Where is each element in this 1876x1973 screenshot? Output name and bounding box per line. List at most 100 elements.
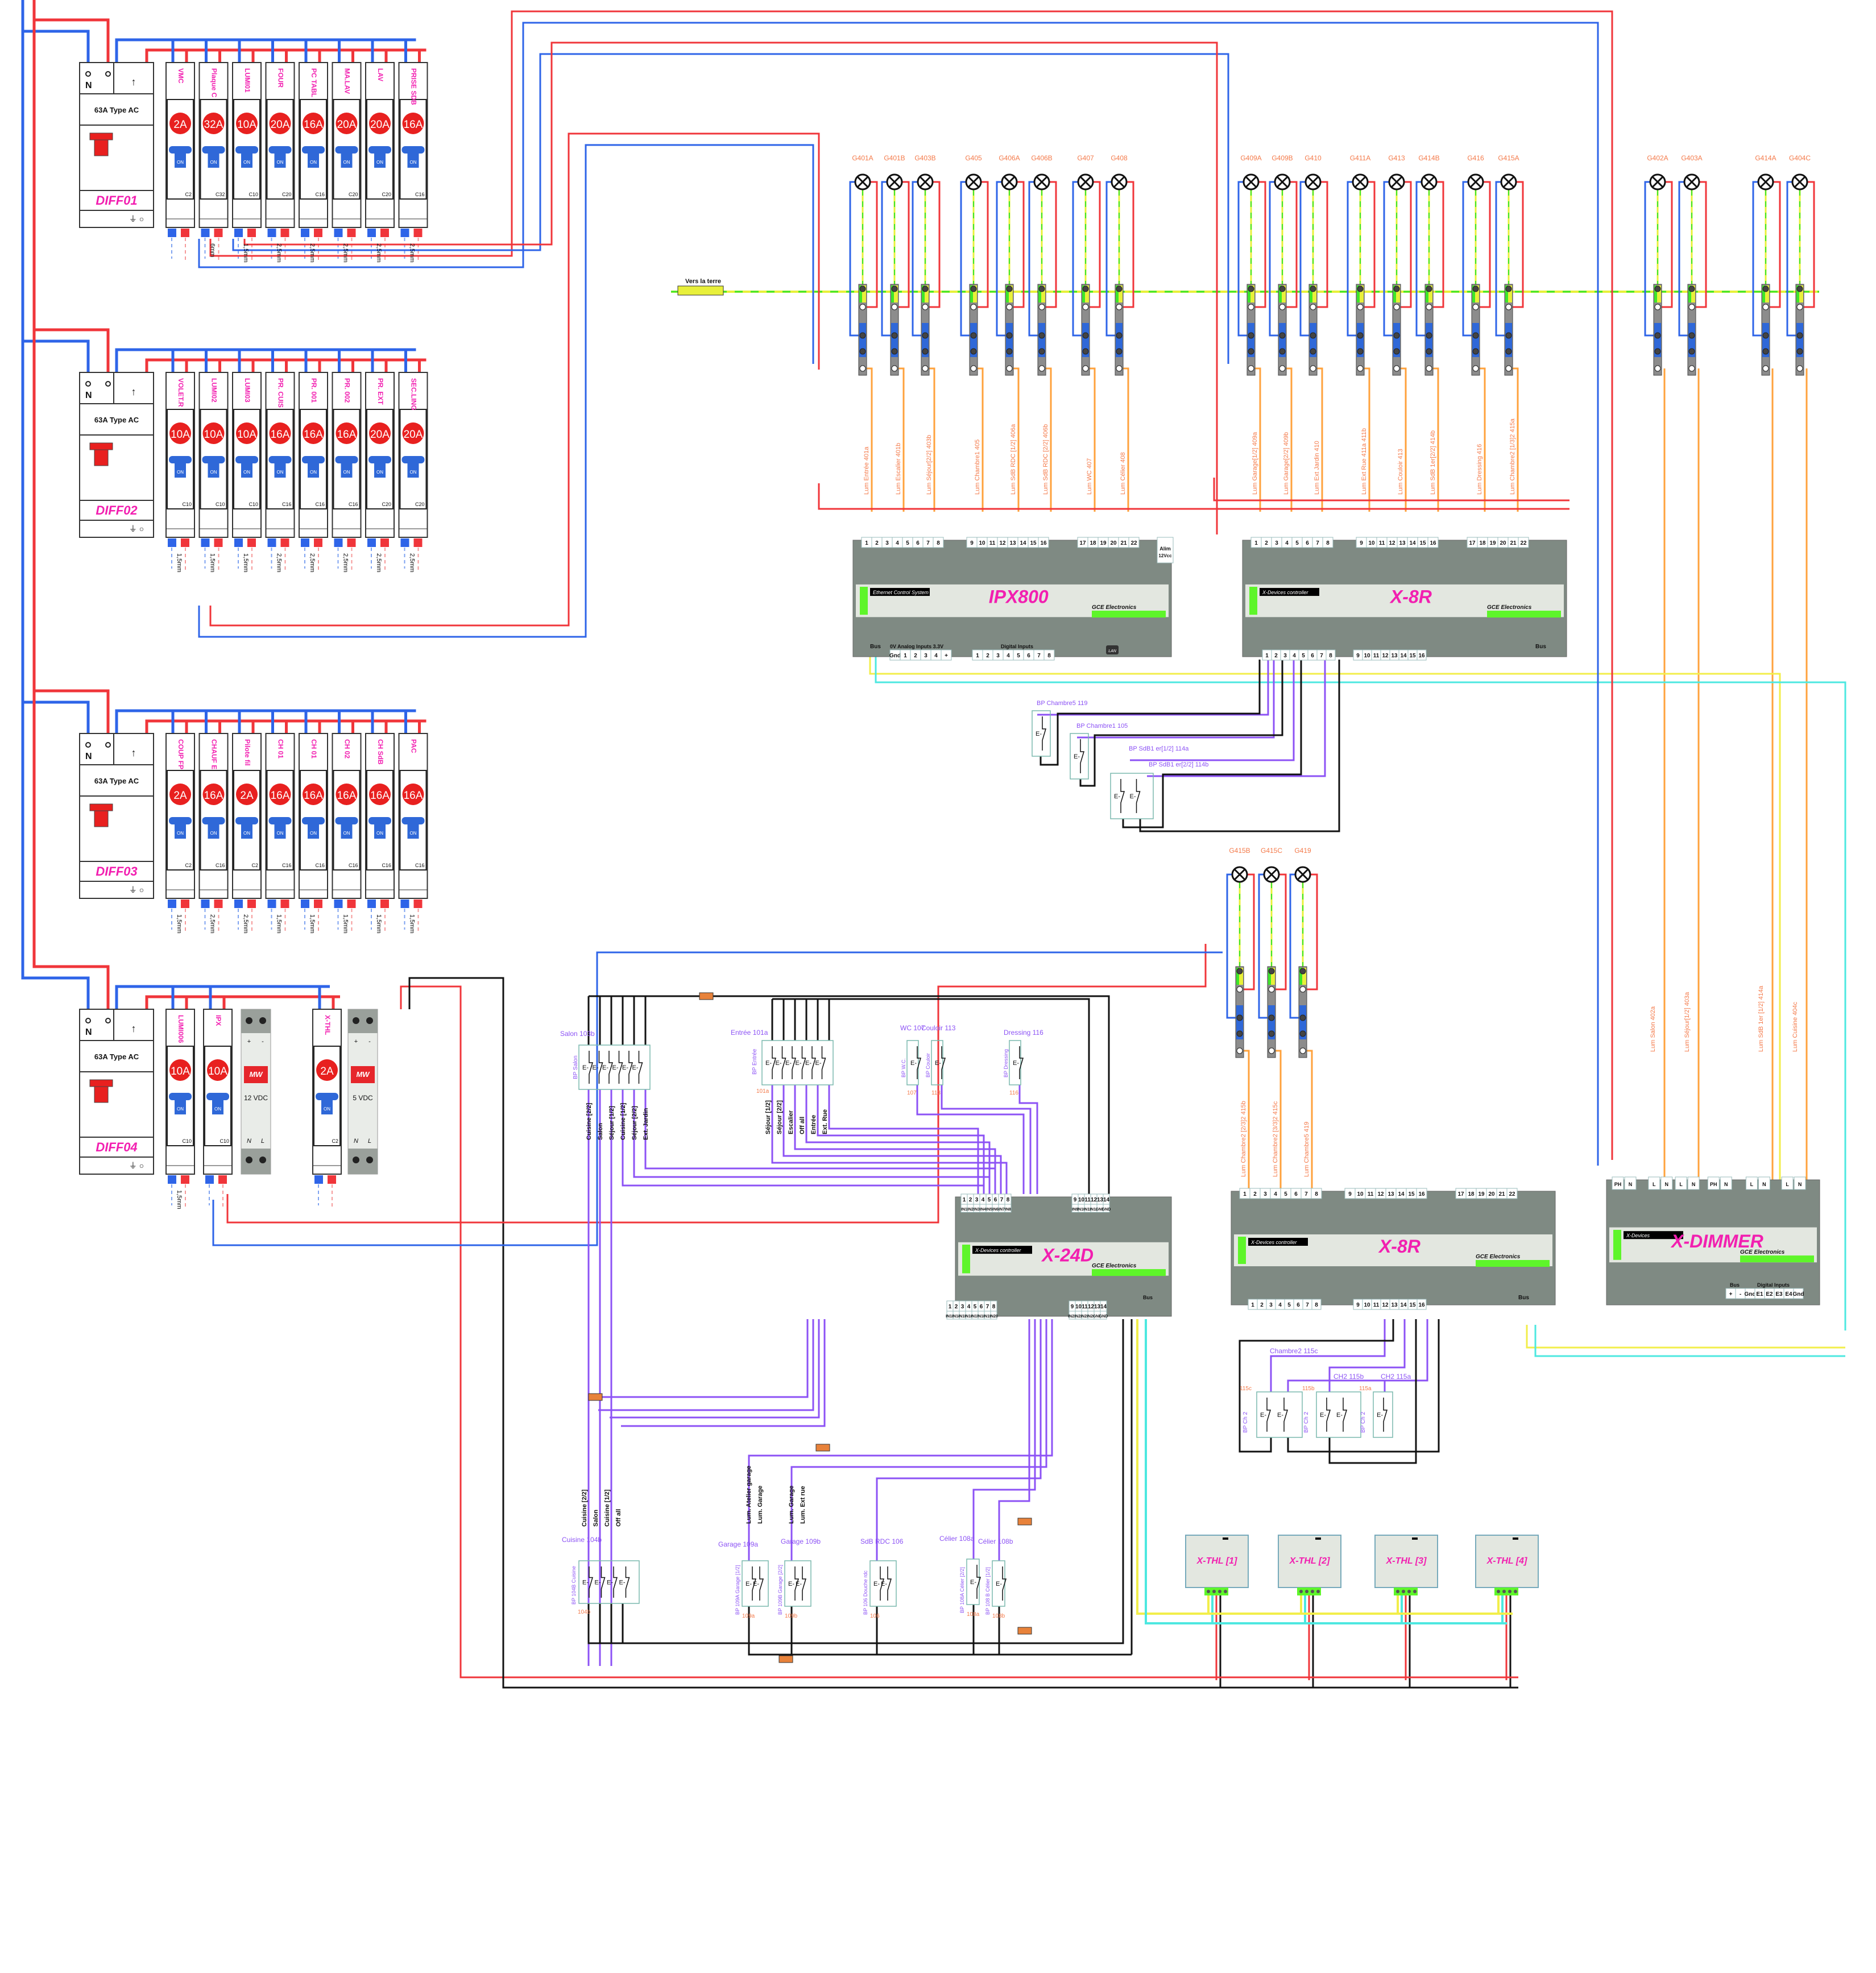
breaker-amps: 16A (370, 790, 390, 802)
screw-icon (259, 1157, 266, 1163)
switch-icon[interactable] (1326, 1398, 1331, 1432)
breaker: CH 01 16A ON C16 1,5mm (265, 733, 295, 934)
status-led (860, 587, 868, 615)
toggle-handle (302, 817, 325, 824)
screw-icon (1082, 304, 1089, 310)
lamp-label: G414A (1755, 154, 1776, 162)
switch-icon[interactable] (1283, 1398, 1289, 1432)
switch-icon[interactable] (589, 1566, 594, 1598)
terminal-label: 6 (916, 540, 920, 546)
gnd-wire (748, 1606, 1132, 1656)
lamp-group: G415B Lum Chambre2 [2/3]2 415b G415C Lum Ch… (1229, 847, 1311, 1177)
toggle-handle (268, 146, 292, 154)
terminal-l (105, 1018, 111, 1023)
on-state: ON (310, 160, 317, 165)
switch-icon[interactable] (976, 1565, 982, 1599)
screw-icon (1357, 365, 1364, 372)
switch-icon[interactable] (802, 1566, 807, 1601)
module-brand: GCE Electronics (1092, 1263, 1137, 1269)
pushbutton-box-label: BP Salon (573, 1055, 579, 1079)
psu-brand: MW (356, 1070, 370, 1079)
on-state: ON (310, 831, 317, 836)
terminal-n (85, 381, 91, 387)
switch-icon[interactable] (1019, 1046, 1024, 1079)
on-state: ON (376, 831, 383, 836)
module-name: X-DIMMER (1670, 1231, 1763, 1251)
terminal-phase (314, 900, 322, 908)
breaker-curve: C16 (315, 863, 325, 868)
terminal-sublabel: IN3 (974, 1208, 980, 1212)
switch-icon[interactable] (601, 1566, 606, 1598)
screw-icon (1310, 304, 1316, 310)
terminal-phase (247, 900, 256, 908)
command-label: Lum SdB RDC [2/2] 406b (1042, 424, 1049, 495)
terminal-label: 6 (1294, 1191, 1298, 1197)
pushbutton-box-label: BP 108 B Célier [1/2] (985, 1567, 991, 1615)
switch-icon[interactable] (887, 1566, 892, 1601)
terminal-label: 13 (1399, 540, 1406, 546)
wire-label: Lum. Ext rue (800, 1486, 806, 1524)
switch-icon[interactable] (638, 1051, 643, 1084)
lamp-label: G401B (884, 154, 905, 162)
screw-icon (859, 348, 866, 355)
screw-icon (1505, 365, 1512, 372)
terminal-phase (380, 900, 389, 908)
breaker-curve: C20 (282, 192, 292, 197)
lamp-label: G408 (1111, 154, 1128, 162)
terminal-label: 15 (1419, 540, 1426, 546)
terminal-neutral (334, 229, 343, 237)
switch-icon[interactable] (941, 1046, 946, 1079)
screw-icon (1116, 304, 1123, 310)
module-brand: GCE Electronics (1487, 604, 1532, 611)
switch-icon[interactable] (1002, 1566, 1007, 1601)
screw-icon (1426, 285, 1432, 292)
terminal-label: 10 (1075, 1304, 1082, 1310)
xthl-name: X-THL [3] (1386, 1556, 1427, 1566)
terminal-sublabel: IN20 (989, 1315, 998, 1319)
bus-label: Bus (870, 644, 881, 650)
switch-icon[interactable] (1266, 1398, 1272, 1432)
pushbutton: E- E- E- E- E- E- (761, 1040, 834, 1085)
terminal-label: 3 (1264, 1191, 1267, 1197)
switch-symbol: E- (746, 1581, 752, 1587)
switch-icon[interactable] (1120, 779, 1125, 813)
terminal-label: 8 (1315, 1191, 1318, 1197)
pushbutton-label: BP SdB1 er[1/2] 114a (1129, 745, 1189, 752)
lamp-phase (897, 181, 910, 308)
breaker-curve: C20 (349, 192, 358, 197)
on-state: ON (410, 831, 417, 836)
switch-icon[interactable] (1383, 1398, 1388, 1432)
screw-icon (1268, 1030, 1275, 1037)
screw-icon (1248, 348, 1254, 355)
switch-symbol: E- (1074, 753, 1080, 760)
terminal-sublabel: IN2 (967, 1208, 974, 1212)
command-label: Lum Dressing 416 (1476, 444, 1483, 495)
terminal-label: 7 (1320, 653, 1323, 659)
switch-icon[interactable] (917, 1046, 922, 1079)
switch-symbol: E- (582, 1064, 589, 1071)
switch-icon[interactable] (1042, 716, 1047, 751)
screw-icon (1236, 1047, 1243, 1054)
switch-icon[interactable] (1136, 779, 1141, 813)
feed-neutral (21, 0, 90, 74)
test-button-body (94, 449, 109, 466)
xthl-led (1412, 1537, 1418, 1540)
switch-icon[interactable] (821, 1046, 826, 1079)
terminal-neutral (301, 229, 309, 237)
lamp-phase (1316, 181, 1328, 308)
switch-icon[interactable] (625, 1566, 630, 1598)
switch-icon[interactable] (613, 1566, 618, 1598)
breaker-curve: C10 (182, 1138, 192, 1144)
lamp-label: G402A (1647, 154, 1668, 162)
screw-icon (1357, 348, 1364, 355)
switch-icon[interactable] (1080, 739, 1085, 773)
switch-icon[interactable] (1343, 1398, 1348, 1432)
terminal-phase (314, 229, 322, 237)
switch-icon[interactable] (759, 1566, 764, 1601)
screw-icon (922, 332, 929, 339)
breaker: SEC.LING 20A ON C20 2,5mm (398, 372, 428, 573)
neutral-label: N (85, 752, 92, 761)
terminal-phase (328, 1175, 336, 1184)
on-state: ON (210, 470, 217, 475)
breaker: CH 02 16A ON C16 1,5mm (332, 733, 362, 934)
